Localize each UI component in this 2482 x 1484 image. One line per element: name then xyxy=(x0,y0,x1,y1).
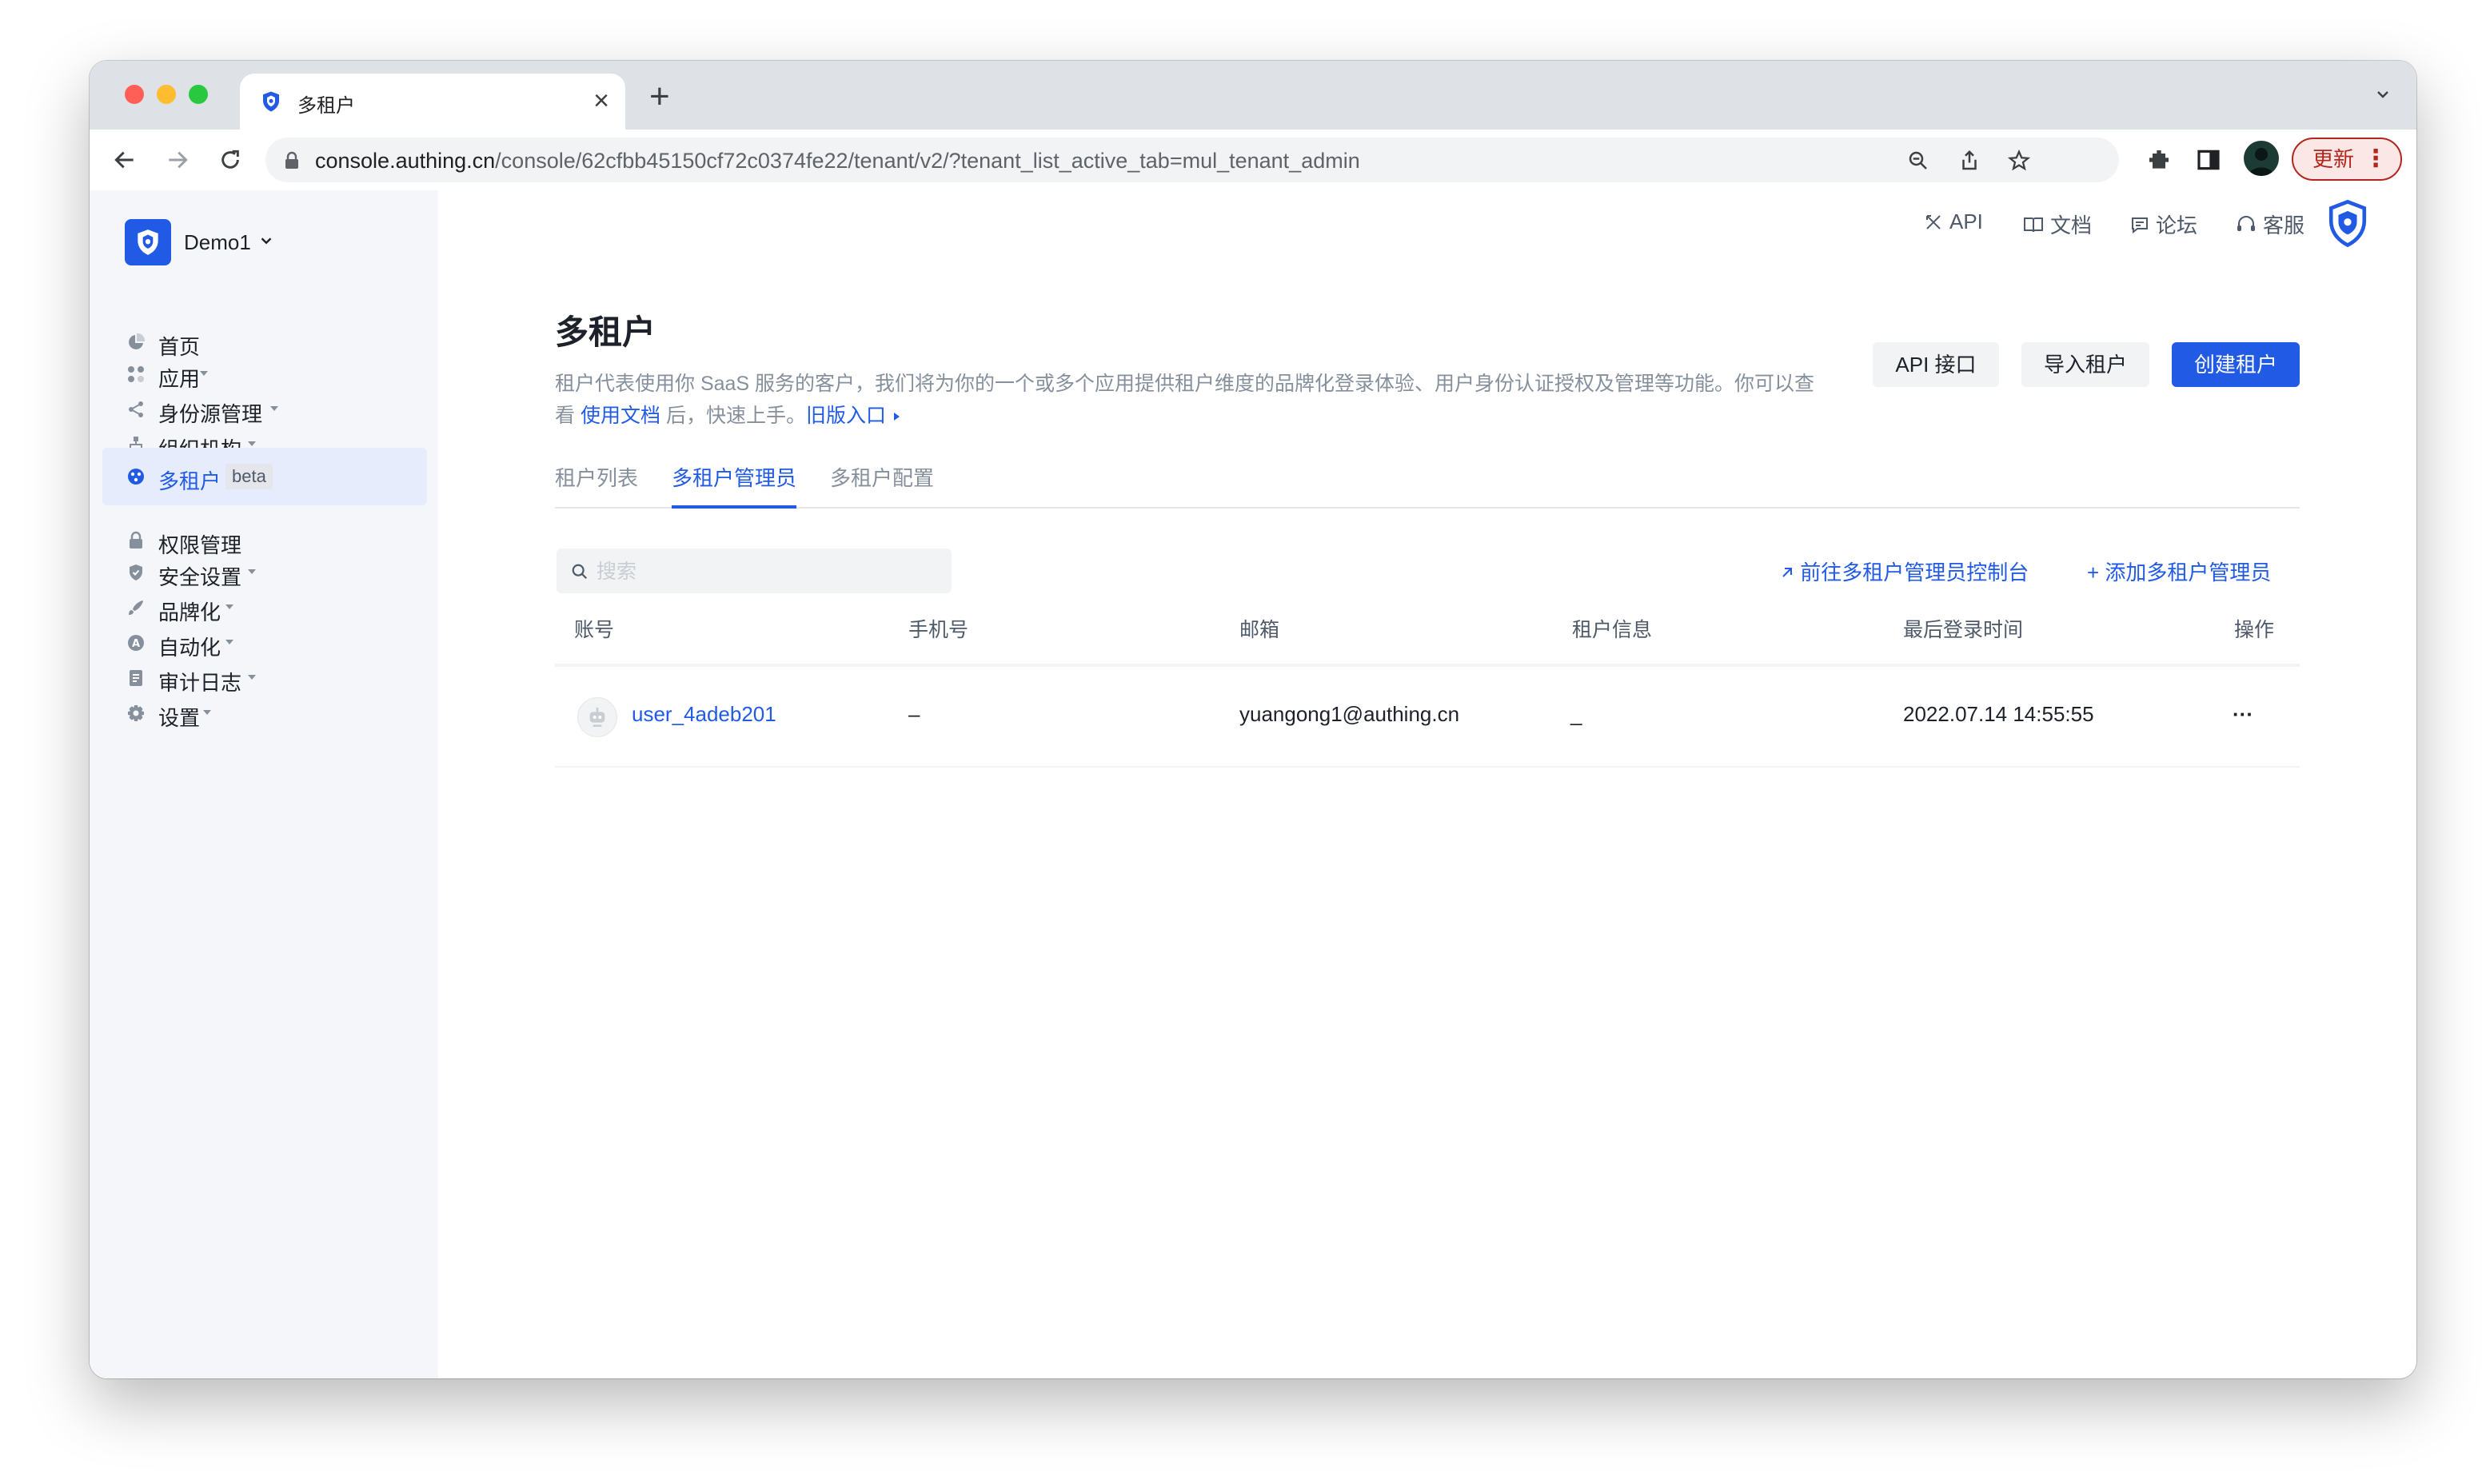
url-text: console.authing.cn/console/62cfbb45150cf… xyxy=(315,149,1360,173)
goto-admin-console-label: 前往多租户管理员控制台 xyxy=(1800,560,2029,584)
tab-tenant-admins[interactable]: 多租户管理员 xyxy=(672,462,797,509)
account-link[interactable]: user_4adeb201 xyxy=(632,702,776,727)
forward-button[interactable] xyxy=(162,144,194,176)
tab-strip: 多租户 × + xyxy=(90,61,2416,130)
tab-tenant-list[interactable]: 租户列表 xyxy=(555,462,638,505)
update-button[interactable]: 更新 ⋮ xyxy=(2292,138,2402,181)
legacy-entry-link[interactable]: 旧版入口 xyxy=(806,405,901,427)
close-tab-icon[interactable]: × xyxy=(593,85,609,117)
docs-link-inline[interactable]: 使用文档 xyxy=(581,405,660,427)
more-menu-icon[interactable]: ⋮ xyxy=(2364,139,2388,179)
add-tenant-admin-label: 添加多租户管理员 xyxy=(2105,560,2272,584)
profile-avatar[interactable] xyxy=(2244,141,2279,176)
caret-down-icon xyxy=(225,604,233,609)
description-text-2: 后，快速上手。 xyxy=(665,405,806,427)
page-title: 多租户 xyxy=(555,313,656,351)
headset-icon xyxy=(2237,215,2255,231)
docs-link-label: 文档 xyxy=(2050,213,2093,237)
minimize-window-button[interactable] xyxy=(157,85,176,104)
browser-toolbar: console.authing.cn/console/62cfbb45150cf… xyxy=(90,130,2416,191)
column-header-account: 账号 xyxy=(574,619,615,641)
close-window-button[interactable] xyxy=(125,85,144,104)
caret-down-icon xyxy=(248,441,256,446)
last-login-cell: 2022.07.14 14:55:55 xyxy=(1903,702,2094,726)
new-tab-button[interactable]: + xyxy=(649,77,670,117)
robot-avatar-icon xyxy=(589,708,605,727)
back-button[interactable] xyxy=(109,144,141,176)
column-header-tenant-info: 租户信息 xyxy=(1572,619,1653,641)
sidebar-item-multi-tenant[interactable]: 多租户 beta xyxy=(102,448,427,505)
sidebar-item-settings[interactable]: 设置 xyxy=(102,684,427,742)
search-input[interactable] xyxy=(595,549,942,595)
docs-link[interactable]: 文档 xyxy=(2023,209,2092,239)
api-link[interactable]: API xyxy=(1924,209,1983,234)
caret-down-icon xyxy=(270,406,278,411)
multi-tenant-icon xyxy=(126,467,146,486)
import-tenant-button[interactable]: 导入租户 xyxy=(2021,342,2149,387)
add-tenant-admin-link[interactable]: + 添加多租户管理员 xyxy=(2087,556,2271,586)
table-row: user_4adeb201 – yuangong1@authing.cn _ 2… xyxy=(555,667,2300,768)
caret-right-icon xyxy=(893,413,900,421)
tab-tenant-config[interactable]: 多租户配置 xyxy=(830,462,934,505)
plus-icon: + xyxy=(2087,560,2100,584)
tab-title: 多租户 xyxy=(297,95,355,117)
search-box[interactable] xyxy=(557,549,952,595)
browser-window: 多租户 × + console.authing.cn/console/62cfb… xyxy=(90,61,2416,1378)
forum-link-label: 论坛 xyxy=(2156,213,2198,237)
side-panel-icon[interactable] xyxy=(2196,147,2221,177)
share-icon[interactable] xyxy=(1957,149,1981,173)
extensions-icon[interactable] xyxy=(2146,147,2172,177)
email-cell: yuangong1@authing.cn xyxy=(1239,702,1460,726)
support-link-label: 客服 xyxy=(2263,213,2305,237)
caret-down-icon xyxy=(248,675,256,680)
goto-admin-console-link[interactable]: 前往多租户管理员控制台 xyxy=(1780,556,2029,586)
message-icon xyxy=(2132,217,2148,233)
app-switcher[interactable]: Demo1 xyxy=(184,230,251,255)
zoom-icon[interactable] xyxy=(1906,149,1930,173)
address-bar[interactable]: console.authing.cn/console/62cfbb45150cf… xyxy=(265,138,2119,182)
caret-down-icon xyxy=(225,640,233,644)
page-description: 租户代表使用你 SaaS 服务的客户，我们将为你的一个或多个应用提供租户维度的品… xyxy=(555,368,1818,432)
api-interface-button[interactable]: API 接口 xyxy=(1873,342,1999,387)
column-header-email: 邮箱 xyxy=(1239,619,1280,641)
update-label: 更新 xyxy=(2312,147,2355,171)
bookmark-star-icon[interactable] xyxy=(2007,149,2031,173)
row-more-actions-button[interactable]: ··· xyxy=(2233,702,2253,727)
beta-badge: beta xyxy=(225,464,273,489)
app-logo[interactable] xyxy=(125,219,171,265)
column-header-last-login: 最后登录时间 xyxy=(1903,619,2024,641)
forum-link[interactable]: 论坛 xyxy=(2130,209,2197,239)
create-tenant-button[interactable]: 创建租户 xyxy=(2172,342,2300,387)
sidebar: Demo1 首页 应用 身份源管理 组织机构 xyxy=(90,190,438,1378)
search-icon xyxy=(572,564,588,580)
caret-down-icon xyxy=(248,569,256,574)
api-icon xyxy=(1926,214,1941,229)
chevron-down-icon[interactable] xyxy=(257,232,275,253)
reload-button[interactable] xyxy=(214,144,246,176)
browser-tab[interactable]: 多租户 × xyxy=(240,74,625,130)
column-header-phone: 手机号 xyxy=(908,619,969,641)
phone-cell: – xyxy=(908,702,920,726)
lock-icon[interactable] xyxy=(283,151,301,174)
support-link[interactable]: 客服 xyxy=(2236,209,2304,239)
sidebar-item-label: 设置 xyxy=(158,706,201,730)
authing-logo-icon[interactable] xyxy=(2325,199,2370,252)
tenant-info-cell: _ xyxy=(1570,702,1582,726)
book-icon xyxy=(2024,217,2043,232)
page-content: Demo1 首页 应用 身份源管理 组织机构 xyxy=(90,190,2416,1378)
authing-favicon-icon xyxy=(259,90,283,118)
tenant-tabs: 租户列表 多租户管理员 多租户配置 xyxy=(555,462,2300,509)
api-link-label: API xyxy=(1949,209,1983,233)
arrow-up-right-icon xyxy=(1782,568,1792,577)
legacy-entry-label: 旧版入口 xyxy=(805,405,886,427)
gear-icon xyxy=(126,704,146,723)
caret-down-icon xyxy=(203,710,211,715)
user-avatar xyxy=(577,697,617,737)
svg-text:A: A xyxy=(132,638,140,650)
column-header-actions: 操作 xyxy=(2234,619,2275,641)
caret-down-icon xyxy=(200,371,208,376)
tab-search-chevron-icon[interactable] xyxy=(2373,85,2392,108)
sidebar-item-label: 多租户 xyxy=(158,469,221,493)
maximize-window-button[interactable] xyxy=(189,85,208,104)
